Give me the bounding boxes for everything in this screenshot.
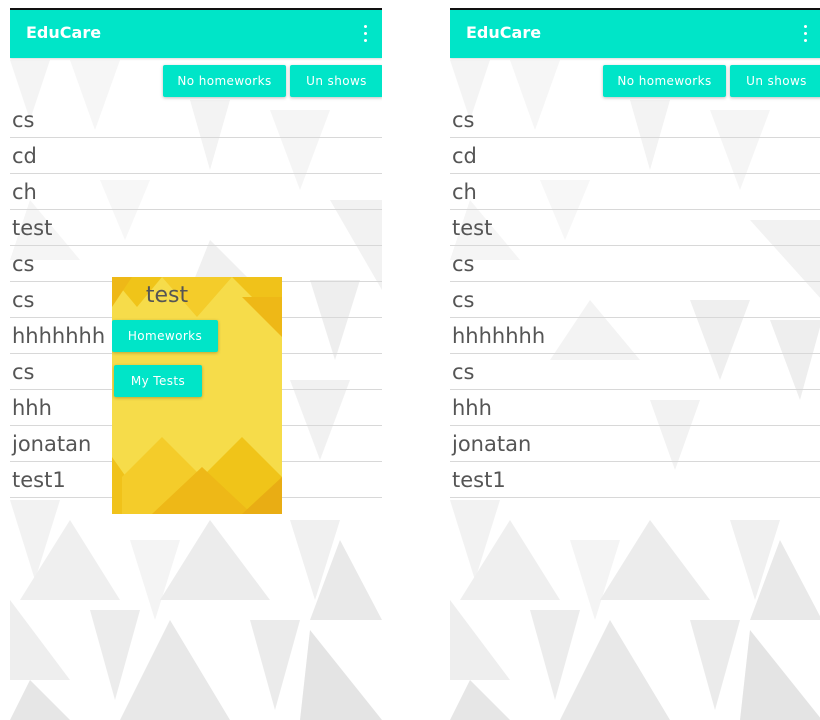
list-item[interactable]: cd bbox=[450, 138, 820, 174]
homeworks-button[interactable]: Homeworks bbox=[112, 320, 218, 352]
list-item[interactable]: cs bbox=[450, 354, 820, 390]
app-title: EduCare bbox=[26, 23, 102, 42]
list-item[interactable]: hhhhhhh bbox=[450, 318, 820, 354]
app-bar: EduCare bbox=[10, 10, 382, 58]
app-title: EduCare bbox=[466, 23, 542, 42]
app-bar: EduCare bbox=[450, 10, 820, 58]
class-options-popup: test Homeworks My Tests bbox=[112, 277, 282, 514]
un-shows-button[interactable]: Un shows bbox=[290, 65, 382, 97]
kebab-menu-icon[interactable] bbox=[364, 25, 368, 43]
list-item[interactable]: ch bbox=[10, 174, 382, 210]
popup-title: test bbox=[145, 283, 189, 308]
phone-screen: EduCare No homeworks Un shows cs cd ch t… bbox=[450, 0, 820, 720]
list-item[interactable]: cd bbox=[10, 138, 382, 174]
list-item[interactable]: jonatan bbox=[450, 426, 820, 462]
class-list: cs cd ch test cs cs hhhhhhh cs hhh jonat… bbox=[450, 102, 820, 498]
my-tests-button[interactable]: My Tests bbox=[114, 365, 202, 397]
list-item[interactable]: cs bbox=[450, 246, 820, 282]
screenshot-comparison: EduCare No homeworks Un shows cs cd ch t… bbox=[0, 0, 820, 720]
no-homeworks-button[interactable]: No homeworks bbox=[603, 65, 726, 97]
no-homeworks-button[interactable]: No homeworks bbox=[163, 65, 286, 97]
list-item[interactable]: cs bbox=[450, 282, 820, 318]
list-item[interactable]: test bbox=[10, 210, 382, 246]
list-item[interactable]: test bbox=[450, 210, 820, 246]
list-item[interactable]: ch bbox=[450, 174, 820, 210]
list-item[interactable]: test1 bbox=[450, 462, 820, 498]
phone-screen-with-popup: EduCare No homeworks Un shows cs cd ch t… bbox=[10, 0, 382, 720]
list-item[interactable]: cs bbox=[450, 102, 820, 138]
list-item[interactable]: hhh bbox=[450, 390, 820, 426]
un-shows-button[interactable]: Un shows bbox=[730, 65, 820, 97]
list-item[interactable]: cs bbox=[10, 102, 382, 138]
kebab-menu-icon[interactable] bbox=[804, 25, 808, 43]
